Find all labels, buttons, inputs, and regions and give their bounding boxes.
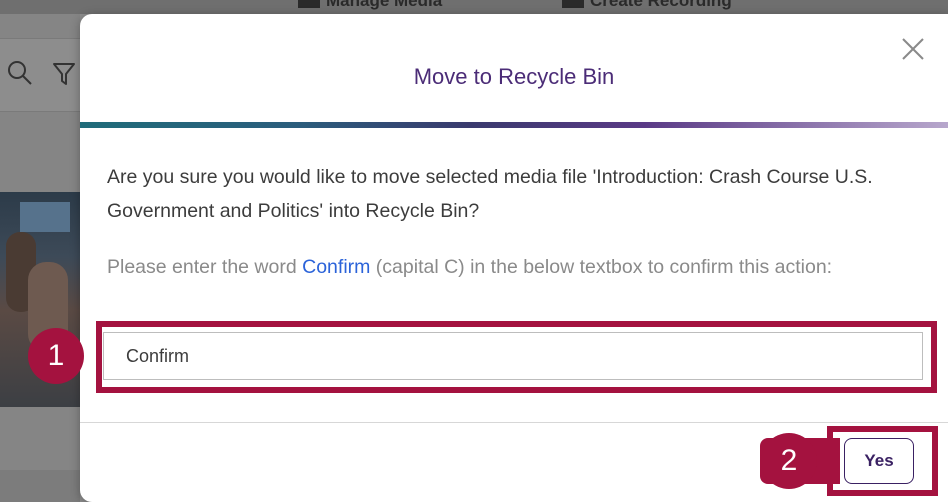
confirm-input[interactable] [103,332,923,380]
step-badge-2: 2 [761,433,817,489]
confirm-instruction: Please enter the word Confirm (capital C… [107,250,897,284]
step-badge-1: 1 [28,328,84,384]
yes-button[interactable]: Yes [844,438,914,484]
dialog-message: Are you sure you would like to move sele… [107,166,873,222]
filter-icon[interactable] [52,61,76,87]
header-gradient-bar [80,122,948,128]
recording-icon [562,0,584,8]
search-icon[interactable] [6,59,34,87]
instruction-text-after: (capital C) in the below textbox to conf… [370,256,833,278]
instruction-confirm-word: Confirm [302,256,371,278]
create-recording-label: Create Recording [590,0,732,10]
footer-divider [80,422,948,423]
background-toolbar [0,38,80,112]
manage-media-label: Manage Media [326,0,443,10]
background-footer [0,470,80,502]
background-topbar: Manage Media Create Recording [0,0,948,14]
recycle-bin-dialog: Move to Recycle Bin Are you sure you wou… [80,14,948,502]
close-button[interactable] [897,33,929,65]
dialog-title: Move to Recycle Bin [413,64,615,89]
instruction-text-before: Please enter the word [107,256,303,278]
media-icon [298,0,320,8]
close-icon[interactable] [897,33,929,65]
